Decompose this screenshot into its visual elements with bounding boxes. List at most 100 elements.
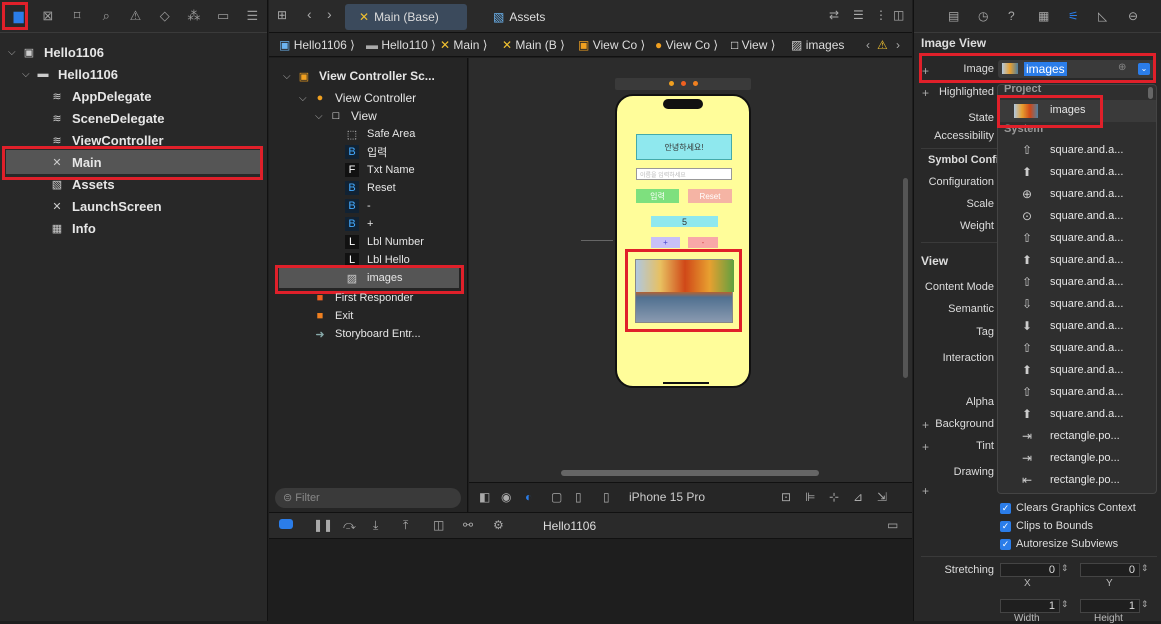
menu-item[interactable]: ⇧ square.and.a... <box>998 337 1156 359</box>
outline-item[interactable]: ➜ Storyboard Entr... <box>313 324 420 344</box>
outline-item[interactable]: ⌵ ▣ View Controller Sc... <box>283 66 435 86</box>
dock-exit-icon[interactable] <box>693 81 698 86</box>
menu-item[interactable]: ⇥ rectangle.po... <box>998 425 1156 447</box>
menu-item[interactable]: ⬆ square.and.a... <box>998 161 1156 183</box>
outline-item[interactable]: ■ Exit <box>313 306 354 326</box>
test-icon[interactable]: ◇ <box>150 2 179 30</box>
outline-item[interactable]: L Lbl Number <box>345 232 424 252</box>
view-hierarchy-icon[interactable]: ◫ <box>433 518 444 532</box>
chevron-down-icon[interactable]: ⌵ <box>8 47 22 58</box>
tree-item-group[interactable]: ⌵ ▬ Hello1106 <box>22 64 118 84</box>
breadcrumb-item[interactable]: ▣ Hello1106 ⟩ <box>279 38 355 52</box>
storyboard-canvas[interactable]: 안녕하세요! 이름을 입력하세요 입력 Reset 5 + - <box>469 58 912 482</box>
images-imageview[interactable] <box>635 259 734 323</box>
chevron-down-icon[interactable]: ⌄ <box>1138 63 1150 75</box>
help-icon[interactable]: ? <box>1008 9 1015 23</box>
clips-bounds-checkbox[interactable]: ✓ Clips to Bounds <box>1000 520 1093 532</box>
vertical-scrollbar[interactable] <box>903 178 908 378</box>
source-control-icon[interactable]: ⊠ <box>33 2 62 30</box>
outline-item[interactable]: ⌵ □ View <box>315 106 377 126</box>
resolve-issues-icon[interactable]: ⊿ <box>853 490 863 504</box>
refresh-icon[interactable]: ⇄ <box>829 8 839 22</box>
image-combobox[interactable]: images ⊕ ⌄ <box>998 60 1156 78</box>
tab-assets[interactable]: ▧ Assets <box>479 4 559 30</box>
add-constraints-icon[interactable]: ⊹ <box>829 490 839 504</box>
menu-item[interactable]: ⇤ rectangle.po... <box>998 469 1156 491</box>
plus-button[interactable]: + <box>651 237 680 248</box>
warning-icon[interactable]: ⚠ <box>121 2 150 30</box>
chevron-down-icon[interactable]: ⌵ <box>299 93 313 104</box>
bookmark-icon[interactable]: ⌑ <box>62 2 91 30</box>
debug-icon[interactable]: ⁂ <box>179 2 208 30</box>
breadcrumb-item[interactable]: ▬ Hello110 ⟩ <box>366 38 436 52</box>
plus-icon[interactable]: + <box>922 64 929 78</box>
outline-item[interactable]: ⬚ Safe Area <box>345 124 416 144</box>
device-frame-icon[interactable]: ▯ <box>575 490 582 504</box>
breakpoint-icon[interactable]: ▭ <box>209 2 238 30</box>
tab-main-base[interactable]: ✕ Main (Base) <box>345 4 467 30</box>
horizontal-scrollbar[interactable] <box>561 470 819 476</box>
folder-icon[interactable]: ▆ <box>4 2 33 30</box>
breadcrumb-item[interactable]: ✕ Main (B ⟩ <box>502 38 565 52</box>
menu-item[interactable]: ⬆ square.and.a... <box>998 403 1156 425</box>
menu-item[interactable]: ⇧ square.and.a... <box>998 139 1156 161</box>
menu-item[interactable]: ⇩ square.and.a... <box>998 293 1156 315</box>
menu-item[interactable]: ⇧ square.and.a... <box>998 227 1156 249</box>
appearance-icon[interactable]: ◐ <box>525 490 532 504</box>
back-icon[interactable]: ‹ <box>866 38 870 52</box>
update-frames-icon[interactable]: ⊡ <box>781 490 791 504</box>
menu-item[interactable]: ⇧ square.and.a... <box>998 271 1156 293</box>
warning-icon[interactable]: ⚠ <box>877 38 888 52</box>
tree-item-launchscreen[interactable]: ✕ LaunchScreen <box>50 196 161 216</box>
outline-item[interactable]: B- <box>345 196 371 216</box>
memory-graph-icon[interactable]: ⚯ <box>463 518 473 532</box>
chevron-down-icon[interactable]: ⌵ <box>283 71 297 82</box>
stretch-y-field[interactable]: 0 <box>1080 563 1140 577</box>
lbl-hello[interactable]: 안녕하세요! <box>636 134 732 160</box>
forward-icon[interactable]: › <box>896 38 900 52</box>
tree-item-scenedelegate[interactable]: ≋ SceneDelegate <box>50 108 164 128</box>
image-value[interactable]: images <box>1024 62 1067 76</box>
lbl-number[interactable]: 5 <box>651 216 718 227</box>
breadcrumb-item[interactable]: ▣ View Co ⟩ <box>578 38 645 52</box>
chevron-down-icon[interactable]: ⌵ <box>315 111 329 122</box>
device-selector[interactable]: iPhone 15 Pro <box>629 490 705 504</box>
outline-item[interactable]: L Lbl Hello <box>345 250 410 270</box>
menu-item[interactable]: ⊙ square.and.a... <box>998 205 1156 227</box>
autoresize-checkbox[interactable]: ✓ Autoresize Subviews <box>1000 538 1118 550</box>
pause-icon[interactable]: ❚❚ <box>313 518 333 532</box>
back-icon[interactable]: ‹ <box>307 6 312 22</box>
outline-item[interactable]: ⌵ ● View Controller <box>299 88 416 108</box>
plus-icon[interactable]: + <box>922 484 929 498</box>
report-icon[interactable]: ☰ <box>238 2 267 30</box>
stretch-width-field[interactable]: 1 <box>1000 599 1060 613</box>
input-button[interactable]: 입력 <box>636 189 679 203</box>
breadcrumb-item[interactable]: □ View ⟩ <box>731 38 775 52</box>
outline-item[interactable]: F Txt Name <box>345 160 415 180</box>
embed-icon[interactable]: ⇲ <box>877 490 887 504</box>
outline-item-images[interactable]: ▨ images <box>345 268 403 288</box>
scene-dock[interactable] <box>615 78 751 90</box>
tree-item-info[interactable]: ▦ Info <box>50 218 96 238</box>
menu-item[interactable]: ⬆ square.and.a... <box>998 249 1156 271</box>
outline-item[interactable]: B + <box>345 214 373 234</box>
menu-item[interactable]: ⇧ square.and.a... <box>998 381 1156 403</box>
identity-icon[interactable]: ▦ <box>1038 9 1049 23</box>
image-dropdown-menu[interactable]: Project images System ⇧ square.and.a... ⬆… <box>997 84 1157 494</box>
menu-item-images[interactable]: images <box>998 100 1156 122</box>
editor-options-icon[interactable]: ☰ <box>853 8 864 22</box>
grid-icon[interactable]: ⊞ <box>277 8 287 22</box>
hide-debug-icon[interactable] <box>279 519 293 529</box>
chevron-down-icon[interactable]: ⌵ <box>22 69 36 80</box>
plus-icon[interactable]: + <box>922 440 929 454</box>
tree-item-project[interactable]: ⌵ ▣ Hello1106 <box>8 42 104 62</box>
dropdown-scrollbar[interactable] <box>1148 87 1153 99</box>
device-icon[interactable]: ▯ <box>603 490 610 504</box>
search-icon[interactable]: ⌕ <box>92 2 121 30</box>
tree-item-main[interactable]: ✕ Main <box>50 152 101 172</box>
tree-item-appdelegate[interactable]: ≋ AppDelegate <box>50 86 151 106</box>
stepper-icon[interactable]: ⇕ <box>1141 563 1149 574</box>
connections-icon[interactable]: ⊖ <box>1128 9 1138 23</box>
breadcrumb-item[interactable]: ▨ images <box>791 38 844 52</box>
stepper-icon[interactable]: ⇕ <box>1061 563 1069 574</box>
